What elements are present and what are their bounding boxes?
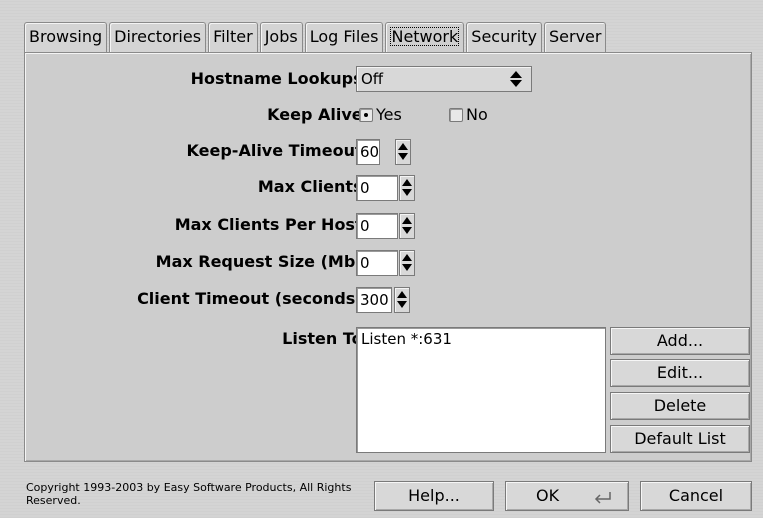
copyright-text: Copyright 1993-2003 by Easy Software Pro…: [26, 481, 352, 507]
ok-label: OK: [536, 486, 560, 505]
spin-up-arrow-icon[interactable]: [396, 140, 410, 152]
tab-label: Directories: [114, 27, 202, 46]
spin-down-arrow-icon[interactable]: [396, 152, 410, 164]
spin-up-arrow-icon[interactable]: [400, 214, 414, 226]
max-clients-per-host-spinner[interactable]: [399, 213, 415, 239]
spin-up-arrow-icon[interactable]: [400, 251, 414, 263]
max-clients-spinner[interactable]: [399, 175, 415, 201]
client-timeout-spinner[interactable]: [394, 287, 410, 313]
max-request-size-label: Max Request Size (Mb):: [155, 252, 369, 271]
add-button[interactable]: Add...: [610, 327, 750, 355]
cancel-button[interactable]: Cancel: [640, 481, 752, 511]
tab-label: Security: [471, 27, 537, 46]
keep-alive-yes-radio[interactable]: [359, 107, 373, 122]
hostname-lookups-label: Hostname Lookups:: [190, 69, 369, 88]
max-request-size-spinner[interactable]: [399, 250, 415, 276]
max-clients-label: Max Clients:: [257, 177, 369, 196]
hostname-lookups-select[interactable]: Off: [356, 66, 532, 92]
spin-up-arrow-icon[interactable]: [395, 288, 409, 300]
tab-browsing[interactable]: Browsing: [24, 22, 108, 52]
tab-label: Browsing: [29, 27, 103, 46]
tab-label: Log Files: [309, 27, 379, 46]
spin-up-arrow-icon[interactable]: [400, 176, 414, 188]
keep-alive-timeout-input[interactable]: 60: [356, 139, 380, 165]
default-list-button[interactable]: Default List: [610, 425, 750, 453]
tab-server[interactable]: Server: [543, 22, 607, 52]
tab-directories[interactable]: Directories: [109, 22, 207, 52]
keep-alive-no-radio[interactable]: [449, 107, 463, 122]
max-clients-per-host-label: Max Clients Per Host:: [174, 215, 369, 234]
tab-log-files[interactable]: Log Files: [304, 22, 384, 52]
tab-label: Filter: [213, 27, 253, 46]
keep-alive-no-label: No: [466, 105, 488, 124]
spin-down-arrow-icon[interactable]: [400, 226, 414, 238]
spin-down-arrow-icon[interactable]: [400, 263, 414, 275]
spin-down-arrow-icon[interactable]: [400, 188, 414, 200]
edit-button[interactable]: Edit...: [610, 359, 750, 387]
max-clients-per-host-input[interactable]: 0: [356, 213, 398, 239]
tab-label: Jobs: [264, 27, 298, 46]
keep-alive-timeout-label: Keep-Alive Timeout:: [186, 141, 369, 160]
client-timeout-label: Client Timeout (seconds):: [137, 289, 369, 308]
tab-filter[interactable]: Filter: [208, 22, 258, 52]
keep-alive-timeout-spinner[interactable]: [395, 139, 411, 165]
spin-down-arrow-icon[interactable]: [395, 300, 409, 312]
help-button[interactable]: Help...: [374, 481, 494, 511]
network-panel: Hostname Lookups: Off Keep Alive: Yes No…: [24, 52, 752, 462]
keep-alive-no[interactable]: No: [449, 105, 488, 124]
client-timeout-input[interactable]: 300: [356, 287, 392, 313]
listen-to-list[interactable]: Listen *:631: [356, 327, 606, 453]
tab-security[interactable]: Security: [466, 22, 542, 52]
delete-button[interactable]: Delete: [610, 392, 750, 420]
keep-alive-yes-label: Yes: [376, 105, 402, 124]
hostname-lookups-value: Off: [361, 70, 384, 88]
tab-jobs[interactable]: Jobs: [259, 22, 303, 52]
tab-label: Network: [390, 27, 460, 46]
tab-bar: Browsing Directories Filter Jobs Log Fil…: [24, 22, 608, 52]
list-item[interactable]: Listen *:631: [361, 330, 601, 348]
updown-arrows-icon: [510, 71, 522, 87]
return-key-icon: [594, 492, 611, 504]
cups-config-window: Browsing Directories Filter Jobs Log Fil…: [0, 0, 763, 518]
max-clients-input[interactable]: 0: [356, 175, 398, 201]
tab-label: Server: [548, 27, 602, 46]
tab-network[interactable]: Network: [385, 22, 465, 52]
ok-button[interactable]: OK: [505, 481, 629, 511]
keep-alive-yes[interactable]: Yes: [359, 105, 402, 124]
max-request-size-input[interactable]: 0: [356, 250, 398, 276]
keep-alive-label: Keep Alive:: [267, 105, 369, 124]
